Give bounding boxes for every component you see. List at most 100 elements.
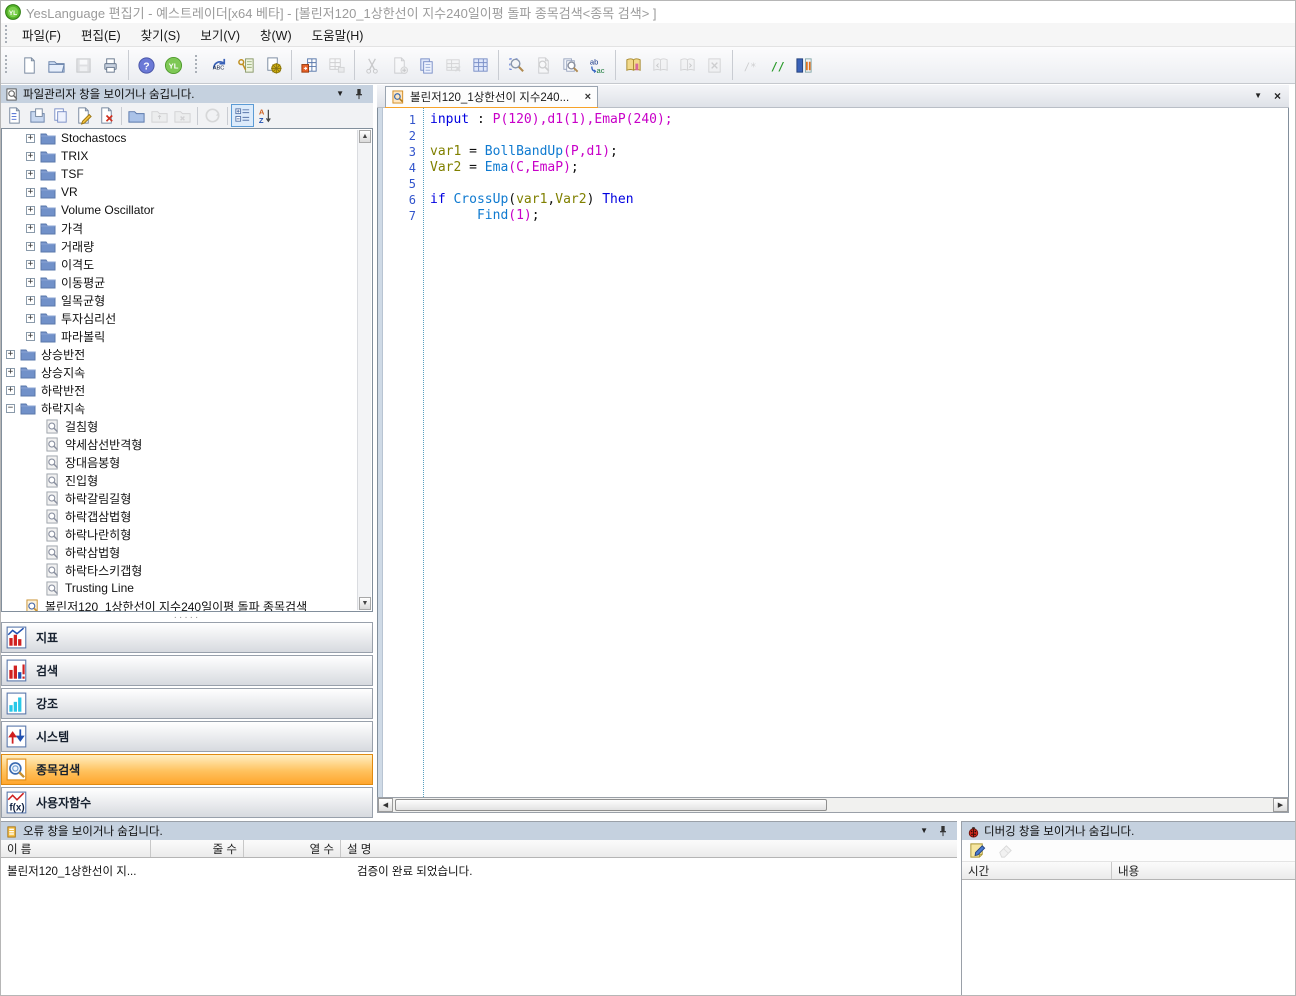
tree-item[interactable]: 걸침형: [2, 417, 372, 435]
delete-item-icon[interactable]: [95, 104, 118, 127]
menu-item-5[interactable]: 도움말(H): [302, 22, 374, 47]
expand-plus-icon[interactable]: +: [26, 188, 35, 197]
expand-plus-icon[interactable]: +: [26, 332, 35, 341]
error-column-header[interactable]: 이 름: [1, 840, 151, 857]
yeslanguage-logo-icon[interactable]: YL: [160, 52, 187, 79]
error-column-header[interactable]: 열 수: [244, 840, 341, 857]
tree-item[interactable]: +상승지속: [2, 363, 372, 381]
tree-item[interactable]: 하락삼법형: [2, 543, 372, 561]
code-area[interactable]: 1input : P(120),d1(1),EmaP(240);23var1 =…: [377, 108, 1289, 797]
folder-blue-icon[interactable]: [125, 104, 148, 127]
editor-tab-active[interactable]: 볼린저120_1상한선이 지수240... ×: [385, 86, 598, 107]
category-검색[interactable]: 검색: [1, 655, 373, 686]
note-edit-icon[interactable]: [966, 839, 989, 862]
tab-close-icon[interactable]: ×: [585, 91, 591, 103]
spell-check-abc-icon[interactable]: ABC: [206, 52, 233, 79]
debug-panel-header[interactable]: 디버깅 창을 보이거나 숨깁니다.: [962, 822, 1296, 840]
tree-item[interactable]: +일목균형: [2, 291, 372, 309]
expand-plus-icon[interactable]: +: [26, 152, 35, 161]
zoom-select-icon[interactable]: [503, 52, 530, 79]
tree-item[interactable]: +투자심리선: [2, 309, 372, 327]
new-document-icon[interactable]: [16, 52, 43, 79]
panel-splitter[interactable]: ·····: [1, 612, 373, 622]
error-row[interactable]: 볼린저120_1상한선이 지...검증이 완료 되었습니다.: [1, 862, 957, 880]
expand-plus-icon[interactable]: +: [26, 242, 35, 251]
tree-item[interactable]: +파라볼릭: [2, 327, 372, 345]
tree-item[interactable]: +VR: [2, 183, 372, 201]
expand-plus-icon[interactable]: +: [26, 260, 35, 269]
detail-view-icon[interactable]: [231, 104, 254, 127]
scroll-left-icon[interactable]: ◀: [378, 798, 393, 812]
tree-item[interactable]: +이동평균: [2, 273, 372, 291]
error-column-header[interactable]: 설 명: [341, 840, 957, 857]
pin-icon[interactable]: [938, 825, 948, 837]
file-manager-header[interactable]: 파일관리자 창을 보이거나 숨깁니다. ▼: [1, 85, 373, 103]
expand-plus-icon[interactable]: +: [26, 314, 35, 323]
tree-item[interactable]: +Stochastocs: [2, 129, 372, 147]
category-종목검색[interactable]: 종목검색: [1, 754, 373, 785]
tree-item[interactable]: +상승반전: [2, 345, 372, 363]
menu-item-3[interactable]: 보기(V): [190, 22, 250, 47]
expand-plus-icon[interactable]: +: [26, 278, 35, 287]
error-column-header[interactable]: 줄 수: [151, 840, 244, 857]
scroll-up-icon[interactable]: ▲: [359, 130, 371, 143]
scroll-down-icon[interactable]: ▼: [359, 597, 371, 610]
dropdown-icon[interactable]: ▼: [336, 90, 344, 98]
dropdown-icon[interactable]: ▼: [920, 827, 928, 835]
function-book-icon[interactable]: [620, 52, 647, 79]
tree-item[interactable]: +TSF: [2, 165, 372, 183]
verify-key-icon[interactable]: [233, 52, 260, 79]
tree-item[interactable]: 진입형: [2, 471, 372, 489]
horizontal-scrollbar[interactable]: ◀ ▶: [377, 797, 1289, 813]
line-comment-icon[interactable]: //: [764, 52, 791, 79]
editor-close-icon[interactable]: ×: [1274, 90, 1281, 102]
open-folder-icon[interactable]: [43, 52, 70, 79]
replace-text-icon[interactable]: abac: [584, 52, 611, 79]
rename-item-icon[interactable]: [72, 104, 95, 127]
tab-list-dropdown-icon[interactable]: ▼: [1254, 92, 1262, 100]
category-시스템[interactable]: 시스템: [1, 721, 373, 752]
new-item-icon[interactable]: [3, 104, 26, 127]
toolbar-grip[interactable]: [4, 25, 9, 45]
scrollbar-thumb[interactable]: [395, 799, 827, 811]
print-icon[interactable]: [97, 52, 124, 79]
tree-item[interactable]: 약세삼선반격형: [2, 435, 372, 453]
sort-az-icon[interactable]: AZ: [254, 104, 277, 127]
tree-item[interactable]: +Volume Oscillator: [2, 201, 372, 219]
expand-plus-icon[interactable]: +: [26, 296, 35, 305]
tree-item[interactable]: +이격도: [2, 255, 372, 273]
grid-table-icon[interactable]: [467, 52, 494, 79]
tree-item[interactable]: 장대음봉형: [2, 453, 372, 471]
category-사용자함수[interactable]: f(x)사용자함수: [1, 787, 373, 818]
copy-pages-icon[interactable]: [413, 52, 440, 79]
import-table-icon[interactable]: [296, 52, 323, 79]
tree-item[interactable]: +거래량: [2, 237, 372, 255]
expand-plus-icon[interactable]: +: [26, 206, 35, 215]
tree-item[interactable]: +가격: [2, 219, 372, 237]
tree-item[interactable]: +TRIX: [2, 147, 372, 165]
tree-item[interactable]: 볼린저120_1상한선이 지수240일이평 돌파 종목검색: [2, 597, 372, 612]
scroll-right-icon[interactable]: ▶: [1273, 798, 1288, 812]
expand-plus-icon[interactable]: +: [6, 368, 15, 377]
debug-column-header[interactable]: 내용: [1112, 862, 1296, 879]
menu-item-1[interactable]: 편집(E): [71, 22, 131, 47]
tree-item[interactable]: −하락지속: [2, 399, 372, 417]
new-folder-item-icon[interactable]: [26, 104, 49, 127]
expand-plus-icon[interactable]: +: [26, 170, 35, 179]
tree-item[interactable]: 하락갭삼법형: [2, 507, 372, 525]
tree-item[interactable]: 하락나란히형: [2, 525, 372, 543]
menu-item-4[interactable]: 창(W): [250, 22, 302, 47]
find-in-pages-icon[interactable]: [557, 52, 584, 79]
menu-item-0[interactable]: 파일(F): [12, 22, 71, 47]
expand-plus-icon[interactable]: +: [6, 350, 15, 359]
category-지표[interactable]: 지표: [1, 622, 373, 653]
compile-gear-icon[interactable]: [260, 52, 287, 79]
category-강조[interactable]: 강조: [1, 688, 373, 719]
tree-item[interactable]: 하락갈림길형: [2, 489, 372, 507]
debug-column-header[interactable]: 시간: [962, 862, 1112, 879]
tree-item[interactable]: 하락타스키갭형: [2, 561, 372, 579]
tree-scrollbar[interactable]: ▲ ▼: [357, 130, 371, 610]
expand-plus-icon[interactable]: +: [6, 386, 15, 395]
menu-item-2[interactable]: 찾기(S): [131, 22, 191, 47]
copy-item-icon[interactable]: [49, 104, 72, 127]
